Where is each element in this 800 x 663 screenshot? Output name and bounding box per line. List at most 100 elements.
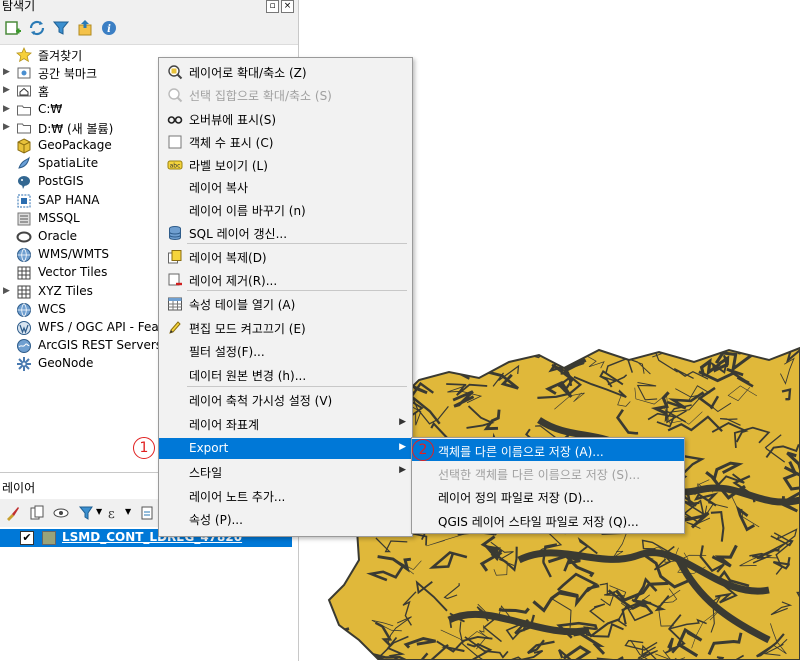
context-menu-item-label: 레이어 이름 바꾸기 (n) bbox=[189, 204, 306, 218]
context-menu-item[interactable]: 편집 모드 켜고끄기 (E) bbox=[159, 317, 412, 338]
close-icon[interactable]: × bbox=[281, 0, 294, 13]
context-menu-item-label: 필터 설정(F)... bbox=[189, 345, 265, 359]
filter-legend-icon[interactable] bbox=[78, 504, 96, 522]
context-menu-item[interactable]: 스타일 ▶ bbox=[159, 461, 412, 482]
context-menu-item-label: SQL 레이어 갱신... bbox=[189, 227, 288, 241]
menu-separator bbox=[187, 243, 407, 244]
remove-layer-icon bbox=[167, 272, 183, 288]
context-menu-item[interactable]: 레이어 노트 추가... bbox=[159, 485, 412, 506]
menu-separator bbox=[187, 386, 407, 387]
step-marker-2: 2 bbox=[412, 439, 434, 461]
context-menu-item-label: Export bbox=[189, 441, 229, 455]
context-menu-item-label: 레이어 축척 가시성 설정 (V) bbox=[189, 394, 333, 408]
parcel-boundary bbox=[434, 348, 460, 366]
add-group-icon[interactable] bbox=[28, 504, 46, 522]
context-menu-item[interactable]: 레이어 제거(R)... bbox=[159, 269, 412, 290]
context-menu-item[interactable]: 레이어 축척 가시성 설정 (V) bbox=[159, 389, 412, 410]
context-menu-item[interactable]: 레이어 이름 바꾸기 (n) bbox=[159, 199, 412, 220]
mssql-icon bbox=[16, 211, 32, 227]
expression-filter-icon[interactable]: ε bbox=[106, 504, 124, 522]
submenu-arrow-icon: ▶ bbox=[399, 417, 406, 427]
browser-item-label: XYZ Tiles bbox=[38, 283, 93, 298]
layers-panel-title: 레이어 bbox=[2, 481, 36, 495]
expand-arrow-icon[interactable]: ▶ bbox=[3, 85, 10, 95]
export-submenu-item-label: 선택한 객체를 다른 이름으로 저장 (S)... bbox=[438, 468, 641, 482]
menu-separator bbox=[187, 290, 407, 291]
undock-icon[interactable]: ▫ bbox=[266, 0, 279, 13]
chevron-down-icon[interactable]: ▼ bbox=[96, 507, 102, 516]
add-layer-icon[interactable] bbox=[4, 19, 22, 37]
context-menu-item[interactable]: SQL 레이어 갱신... bbox=[159, 222, 412, 243]
context-menu-item-label: 라벨 보이기 (L) bbox=[189, 159, 268, 173]
context-menu-item[interactable]: 객체 수 표시 (C) bbox=[159, 131, 412, 152]
expand-arrow-icon[interactable]: ▶ bbox=[3, 286, 10, 296]
browser-item-label: ArcGIS REST Servers bbox=[38, 338, 163, 353]
context-menu-item-label: 데이터 원본 변경 (h)... bbox=[189, 369, 307, 383]
browser-item-label: SAP HANA bbox=[38, 192, 100, 207]
context-menu-item[interactable]: 속성 (P)... bbox=[159, 508, 412, 529]
folder-icon bbox=[16, 102, 32, 118]
context-menu-item[interactable]: 오버뷰에 표시(S) bbox=[159, 108, 412, 129]
postgis-icon bbox=[16, 174, 32, 190]
context-menu-item-label: 오버뷰에 표시(S) bbox=[189, 113, 277, 127]
layer-context-menu: 레이어로 확대/축소 (Z) 선택 집합으로 확대/축소 (S) 오버뷰에 표시(S… bbox=[158, 57, 413, 537]
geonode-icon bbox=[16, 356, 32, 372]
submenu-arrow-icon: ▶ bbox=[399, 442, 406, 452]
export-submenu-item-label: 레이어 정의 파일로 저장 (D)... bbox=[438, 491, 594, 505]
browser-item-label: D:₩ (새 볼륨) bbox=[38, 121, 114, 136]
browser-panel-title: 탐색기 bbox=[2, 0, 36, 13]
expand-arrow-icon[interactable]: ▶ bbox=[3, 104, 10, 114]
folder-icon bbox=[16, 120, 32, 136]
expand-arrow-icon[interactable]: ▶ bbox=[3, 67, 10, 77]
export-submenu-item[interactable]: 레이어 정의 파일로 저장 (D)... bbox=[412, 485, 684, 507]
context-menu-item[interactable]: 속성 테이블 열기 (A) bbox=[159, 293, 412, 314]
context-menu-item-label: 스타일 bbox=[189, 466, 223, 480]
export-submenu-item: 선택한 객체를 다른 이름으로 저장 (S)... bbox=[412, 462, 684, 484]
context-menu-item[interactable]: Export ▶ bbox=[159, 438, 412, 459]
info-icon[interactable]: i bbox=[100, 19, 118, 37]
browser-item-label: WFS / OGC API - Feat bbox=[38, 320, 164, 334]
chevron-down-icon[interactable]: ▼ bbox=[125, 507, 131, 516]
checkbox-icon bbox=[167, 134, 183, 150]
eye-icon[interactable] bbox=[52, 504, 70, 522]
context-menu-item[interactable]: abc 라벨 보이기 (L) bbox=[159, 154, 412, 175]
context-menu-item-label: 편집 모드 켜고끄기 (E) bbox=[189, 322, 306, 336]
expand-all-icon[interactable] bbox=[138, 504, 156, 522]
context-menu-item[interactable]: 필터 설정(F)... bbox=[159, 340, 412, 361]
zoom-selection-icon bbox=[167, 87, 183, 103]
context-menu-item[interactable]: 레이어로 확대/축소 (Z) bbox=[159, 61, 412, 82]
database-icon bbox=[167, 225, 183, 241]
svg-text:abc: abc bbox=[170, 163, 181, 170]
browser-item-label: 홈 bbox=[38, 85, 50, 100]
table-icon bbox=[167, 296, 183, 312]
svg-text:ε: ε bbox=[108, 507, 115, 522]
grid-icon bbox=[16, 265, 32, 281]
zoom-layer-icon bbox=[167, 64, 183, 80]
oracle-icon bbox=[16, 229, 32, 245]
bookmark-icon bbox=[16, 65, 32, 81]
browser-panel-titlebar: 탐색기 ▫ × bbox=[0, 0, 298, 14]
browser-item-label: SpatiaLite bbox=[38, 156, 99, 171]
layer-visibility-checkbox[interactable]: ✔ bbox=[20, 531, 34, 545]
expand-arrow-icon[interactable]: ▶ bbox=[3, 122, 10, 132]
browser-toolbar: i bbox=[0, 14, 298, 45]
parcel-boundary bbox=[329, 627, 350, 658]
context-menu-item[interactable]: 레이어 복사 bbox=[159, 176, 412, 197]
style-brush-icon[interactable] bbox=[4, 504, 22, 522]
browser-item-label: GeoNode bbox=[38, 356, 94, 371]
context-menu-item-label: 레이어 복사 bbox=[189, 181, 249, 195]
refresh-icon[interactable] bbox=[28, 19, 46, 37]
context-menu-item[interactable]: 데이터 원본 변경 (h)... bbox=[159, 364, 412, 385]
context-menu-item[interactable]: 레이어 복제(D) bbox=[159, 246, 412, 267]
browser-item-label: MSSQL bbox=[38, 210, 80, 225]
geopackage-icon bbox=[16, 138, 32, 154]
collapse-all-icon[interactable] bbox=[76, 19, 94, 37]
sap-hana-icon bbox=[16, 193, 32, 209]
filter-icon[interactable] bbox=[52, 19, 70, 37]
context-menu-item-label: 속성 (P)... bbox=[189, 513, 243, 527]
export-submenu-item[interactable]: 객체를 다른 이름으로 저장 (A)... bbox=[412, 439, 684, 461]
browser-item-label: GeoPackage bbox=[38, 138, 112, 152]
export-submenu-item[interactable]: QGIS 레이어 스타일 파일로 저장 (Q)... bbox=[412, 509, 684, 531]
context-menu-item[interactable]: 레이어 좌표계 ▶ bbox=[159, 413, 412, 434]
context-menu-item-label: 레이어 복제(D) bbox=[189, 251, 267, 265]
